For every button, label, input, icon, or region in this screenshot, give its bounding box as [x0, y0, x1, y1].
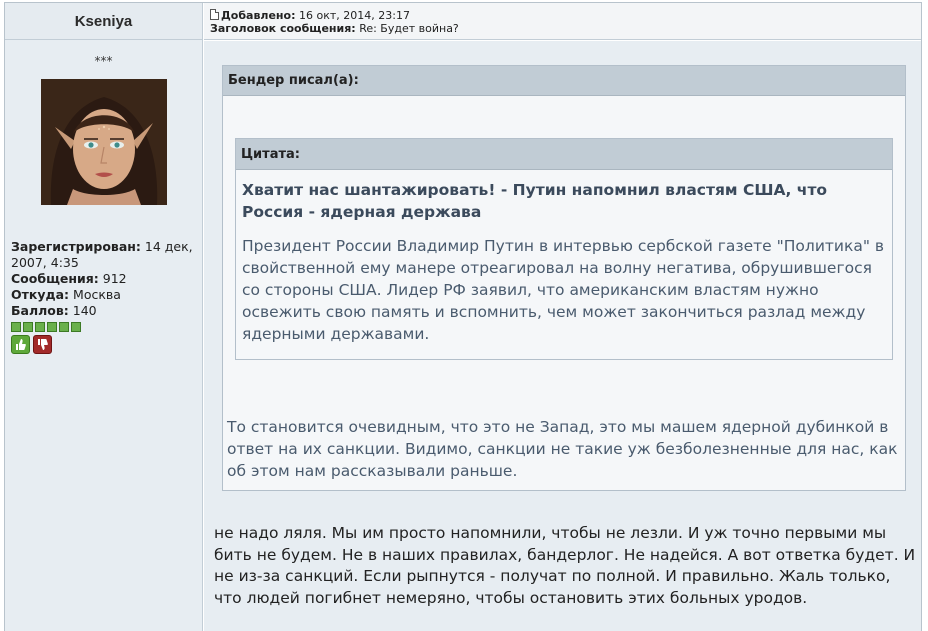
quote-block-inner: Цитата: Хватит нас шантажировать! - Пути…	[235, 138, 893, 360]
vote-buttons	[11, 335, 199, 354]
points-label: Баллов:	[11, 303, 69, 318]
quote-headline: Хватит нас шантажировать! - Путин напомн…	[242, 181, 828, 221]
registered-row: Зарегистрирован: 14 дек, 2007, 4:35	[11, 239, 199, 271]
points-value: 140	[72, 303, 97, 318]
messages-value: 912	[102, 271, 127, 286]
rating-square	[47, 322, 57, 332]
messages-row: Сообщения: 912	[11, 271, 199, 287]
rating-square	[59, 322, 69, 332]
rating-squares	[11, 322, 199, 332]
author-username[interactable]: Kseniya	[75, 13, 133, 30]
registered-label: Зарегистрирован:	[11, 239, 141, 254]
thumbs-down-icon[interactable]	[33, 335, 52, 354]
added-value: 16 окт, 2014, 23:17	[299, 9, 410, 22]
document-icon[interactable]	[210, 9, 219, 20]
author-panel: Kseniya *** Зарегистрирован: 14 дек, 200…	[5, 3, 203, 631]
quote-outer-title: Бендер писал(а):	[223, 66, 905, 96]
author-stats: Зарегистрирован: 14 дек, 2007, 4:35 Сооб…	[11, 239, 199, 354]
rating-square	[71, 322, 81, 332]
username-bar: Kseniya	[5, 3, 202, 40]
subject-label: Заголовок сообщения:	[210, 22, 356, 35]
quote-reply-text: То становится очевидным, что это не Запа…	[227, 418, 898, 480]
post-content: Добавлено: 16 окт, 2014, 23:17 Заголовок…	[204, 3, 921, 631]
subject-value: Re: Будет война?	[359, 22, 459, 35]
added-label: Добавлено:	[221, 9, 296, 22]
post-header: Добавлено: 16 окт, 2014, 23:17 Заголовок…	[204, 3, 921, 40]
forum-post: Kseniya *** Зарегистрирован: 14 дек, 200…	[4, 2, 922, 631]
message-text: не надо ляля. Мы им просто напомнили, чт…	[214, 524, 916, 607]
author-rank: ***	[94, 54, 113, 68]
messages-label: Сообщения:	[11, 271, 99, 286]
post-subject-row: Заголовок сообщения: Re: Будет война?	[210, 22, 915, 35]
points-row: Баллов: 140	[11, 303, 199, 319]
avatar	[41, 79, 167, 205]
post-added-row: Добавлено: 16 окт, 2014, 23:17	[210, 9, 915, 22]
quote-inner-title: Цитата:	[236, 139, 892, 170]
quote-body-text: Президент России Владимир Путин в интерв…	[242, 237, 885, 343]
post-body: Бендер писал(а): Цитата: Хватит нас шант…	[204, 41, 921, 631]
thumbs-up-icon[interactable]	[11, 335, 30, 354]
avatar-image	[41, 79, 167, 205]
from-value: Москва	[73, 287, 121, 302]
rating-square	[35, 322, 45, 332]
rating-square	[23, 322, 33, 332]
rating-square	[11, 322, 21, 332]
quote-block-outer: Бендер писал(а): Цитата: Хватит нас шант…	[222, 65, 906, 491]
from-label: Откуда:	[11, 287, 70, 302]
from-row: Откуда: Москва	[11, 287, 199, 303]
